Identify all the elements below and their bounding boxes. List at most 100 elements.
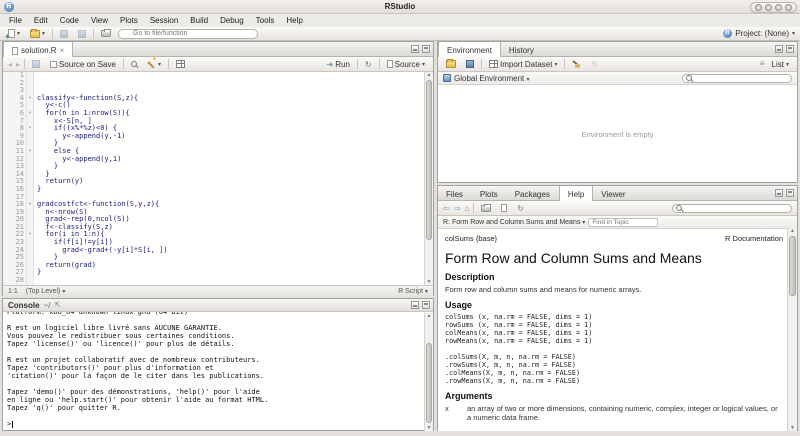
code-tools-button[interactable]: ▾: [144, 60, 164, 69]
minimize-pane-icon[interactable]: [775, 45, 783, 53]
maximize-pane-icon[interactable]: [786, 189, 794, 197]
file-type-selector[interactable]: R Script ▾: [398, 288, 428, 295]
minimize-pane-icon[interactable]: [411, 301, 419, 309]
menu-item[interactable]: Session: [145, 15, 183, 26]
tab-solution-r[interactable]: solution.R ×: [3, 42, 73, 57]
fold-marker[interactable]: ▾: [27, 201, 34, 209]
fold-marker[interactable]: [27, 80, 34, 88]
maximize-button[interactable]: [775, 4, 782, 11]
help-content[interactable]: colSums {base} R Documentation Form Row …: [438, 229, 797, 431]
tab-packages[interactable]: Packages: [507, 186, 559, 200]
tab-files[interactable]: Files: [438, 186, 472, 200]
open-in-new-window-button[interactable]: [498, 204, 510, 212]
code-editor[interactable]: 1 2 3 4 ▾: [3, 72, 433, 285]
minimize-button[interactable]: [765, 4, 772, 11]
fold-marker[interactable]: [27, 247, 34, 255]
fold-marker[interactable]: ▾: [27, 110, 34, 118]
menu-item[interactable]: Plots: [115, 15, 143, 26]
fold-marker[interactable]: [27, 171, 34, 179]
menu-item[interactable]: View: [86, 15, 113, 26]
close-button[interactable]: [785, 4, 792, 11]
save-all-button[interactable]: [75, 30, 89, 38]
fold-marker[interactable]: [27, 72, 34, 80]
tab-help[interactable]: Help: [559, 186, 593, 201]
new-file-button[interactable]: ▾: [5, 29, 23, 38]
maximize-pane-icon[interactable]: [786, 45, 794, 53]
find-in-topic-input[interactable]: [588, 218, 658, 227]
menu-item[interactable]: File: [4, 15, 27, 26]
scroll-thumb[interactable]: [426, 80, 432, 240]
menu-item[interactable]: Code: [55, 15, 84, 26]
fold-marker[interactable]: [27, 156, 34, 164]
save-source-button[interactable]: [29, 60, 43, 68]
tab-plots[interactable]: Plots: [472, 186, 507, 200]
open-file-button[interactable]: ▾: [27, 30, 48, 38]
fold-marker[interactable]: [27, 277, 34, 285]
minimize-pane-icon[interactable]: [411, 45, 419, 53]
load-workspace-button[interactable]: [443, 60, 459, 68]
scroll-up-icon[interactable]: ▲: [425, 313, 433, 319]
fold-marker[interactable]: [27, 87, 34, 95]
fold-marker[interactable]: ▾: [27, 95, 34, 103]
import-dataset-button[interactable]: Import Dataset ▾: [486, 60, 560, 69]
fold-marker[interactable]: [27, 140, 34, 148]
fold-marker[interactable]: [27, 133, 34, 141]
console-prompt[interactable]: >: [7, 420, 429, 428]
console-scrollbar[interactable]: ▲ ▼: [424, 313, 433, 431]
fold-marker[interactable]: [27, 194, 34, 202]
scope-selector[interactable]: (Top Level) ▾: [26, 288, 66, 295]
rerun-button[interactable]: ↻: [362, 60, 375, 69]
fold-marker[interactable]: [27, 262, 34, 270]
save-button[interactable]: [57, 30, 71, 38]
home-icon[interactable]: ⌂: [464, 204, 469, 213]
project-menu[interactable]: R Project: (None) ▾: [723, 29, 795, 38]
list-view-selector[interactable]: List▾: [769, 60, 792, 69]
help-scrollbar[interactable]: ▲ ▼: [787, 228, 797, 431]
source-on-save-checkbox[interactable]: Source on Save: [47, 60, 119, 69]
environment-search[interactable]: [682, 74, 792, 83]
maximize-pane-icon[interactable]: [422, 301, 430, 309]
environment-scope-selector[interactable]: Global Environment ▾: [454, 74, 530, 83]
scroll-up-icon[interactable]: ▲: [425, 72, 433, 78]
fold-marker[interactable]: [27, 118, 34, 126]
refresh-help-button[interactable]: ↻: [514, 204, 527, 213]
back-icon[interactable]: ◂: [8, 60, 12, 69]
maximize-pane-icon[interactable]: [422, 45, 430, 53]
menu-item[interactable]: Build: [185, 15, 213, 26]
minimize-pane-icon[interactable]: [775, 189, 783, 197]
menu-item[interactable]: Debug: [215, 15, 249, 26]
compile-notebook-button[interactable]: [173, 60, 188, 68]
editor-scrollbar[interactable]: ▲ ▼: [424, 72, 433, 285]
fold-marker[interactable]: [27, 163, 34, 171]
fold-marker[interactable]: [27, 224, 34, 232]
fold-marker[interactable]: [27, 209, 34, 217]
forward-icon[interactable]: ▸: [16, 60, 20, 69]
goto-file-input[interactable]: [118, 29, 258, 39]
back-icon[interactable]: ⇦: [443, 204, 450, 213]
source-button[interactable]: Source▾: [384, 60, 428, 69]
find-replace-button[interactable]: [128, 61, 140, 67]
run-button[interactable]: ➜Run: [324, 60, 353, 69]
clear-workspace-button[interactable]: [569, 60, 584, 69]
help-topic-selector[interactable]: R: Form Row and Column Sums and Means ▾: [443, 219, 585, 226]
scroll-up-icon[interactable]: ▲: [788, 228, 797, 234]
print-help-button[interactable]: [478, 205, 494, 212]
fold-marker[interactable]: [27, 186, 34, 194]
console-output[interactable]: Platform: x86_64-unknown-linux-gnu (64-b…: [3, 312, 433, 431]
refresh-environment-button[interactable]: ↻: [588, 60, 601, 69]
fold-marker[interactable]: ▾: [27, 148, 34, 156]
print-button[interactable]: [98, 30, 114, 37]
menu-item[interactable]: Edit: [29, 15, 53, 26]
fold-marker[interactable]: [27, 239, 34, 247]
forward-icon[interactable]: ⇨: [454, 204, 461, 213]
fold-marker[interactable]: [27, 178, 34, 186]
save-workspace-button[interactable]: [463, 60, 477, 68]
fold-marker[interactable]: ▾: [27, 125, 34, 133]
scroll-down-icon[interactable]: ▼: [425, 279, 433, 285]
tab-environment[interactable]: Environment: [438, 42, 501, 57]
fold-marker[interactable]: [27, 254, 34, 262]
fold-marker[interactable]: [27, 216, 34, 224]
fold-marker[interactable]: [27, 102, 34, 110]
tab-history[interactable]: History: [501, 42, 543, 56]
goto-directory-icon[interactable]: ⇱: [54, 301, 60, 309]
